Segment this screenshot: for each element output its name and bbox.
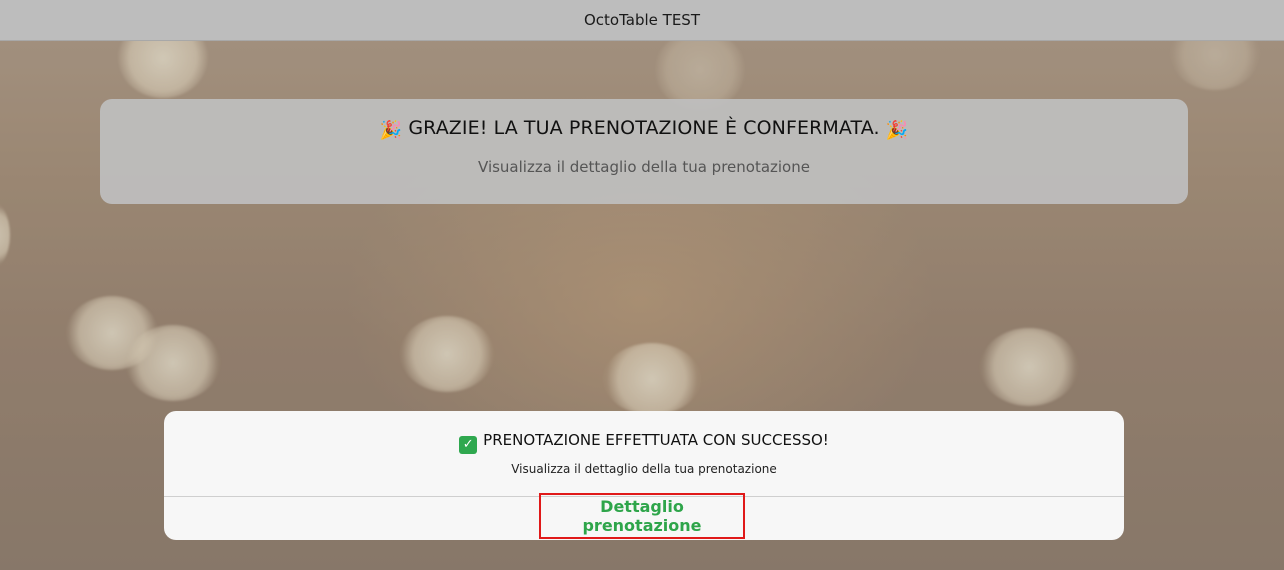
banner-title: 🎉 GRAZIE! LA TUA PRENOTAZIONE È CONFERMA… xyxy=(100,117,1188,141)
confirmation-banner: 🎉 GRAZIE! LA TUA PRENOTAZIONE È CONFERMA… xyxy=(100,99,1188,204)
party-popper-icon: 🎉 xyxy=(885,120,909,141)
booking-detail-button[interactable]: Dettaglio prenotazione xyxy=(539,493,745,539)
banner-subtitle: Visualizza il dettaglio della tua prenot… xyxy=(478,158,810,176)
banner-title-text: GRAZIE! LA TUA PRENOTAZIONE È CONFERMATA… xyxy=(408,117,880,139)
check-mark-icon: ✓ xyxy=(459,436,478,454)
booking-detail-button-label: Dettaglio prenotazione xyxy=(582,497,702,535)
page: OctoTable TEST 🎉 GRAZIE! LA TUA PRENOTAZ… xyxy=(0,0,1284,570)
app-title: OctoTable TEST xyxy=(584,11,700,29)
app-header: OctoTable TEST xyxy=(0,0,1284,41)
dialog-subtitle: Visualizza il dettaglio della tua prenot… xyxy=(511,462,777,476)
dialog-title: ✓ PRENOTAZIONE EFFETTUATA CON SUCCESSO! xyxy=(164,431,1124,454)
success-dialog: ✓ PRENOTAZIONE EFFETTUATA CON SUCCESSO! V… xyxy=(164,411,1124,540)
party-popper-icon: 🎉 xyxy=(379,120,403,141)
dialog-title-text: PRENOTAZIONE EFFETTUATA CON SUCCESSO! xyxy=(483,431,829,449)
